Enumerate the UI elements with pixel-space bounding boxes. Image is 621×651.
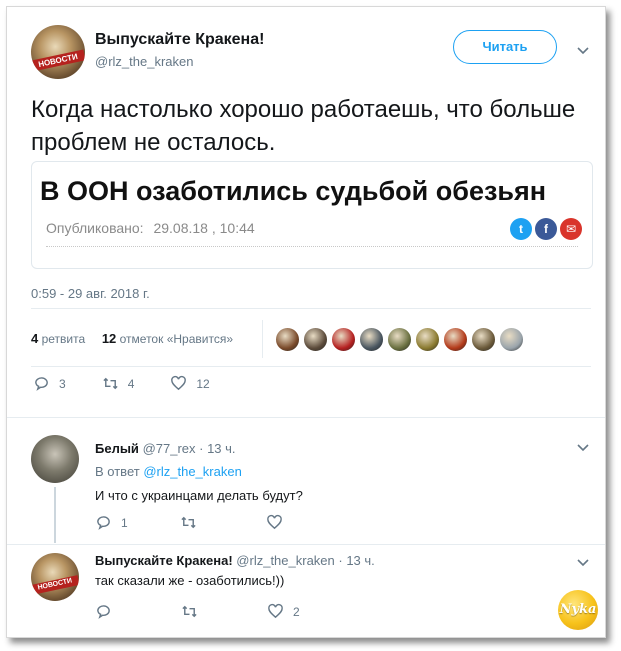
like-count: 12 bbox=[196, 376, 210, 391]
retweet-icon bbox=[181, 516, 196, 529]
reply-icon bbox=[97, 516, 110, 530]
reply-avatar[interactable] bbox=[31, 435, 79, 483]
thread-line bbox=[54, 487, 56, 543]
reply-time[interactable]: · 13 ч. bbox=[199, 441, 235, 456]
liker-avatar[interactable] bbox=[471, 327, 496, 352]
watermark-logo: Nyka bbox=[558, 590, 598, 630]
avatar-label: НОВОСТИ bbox=[31, 575, 79, 595]
liker-avatar[interactable] bbox=[499, 327, 524, 352]
heart-icon bbox=[171, 375, 187, 391]
liker-avatar[interactable] bbox=[331, 327, 356, 352]
divider bbox=[31, 366, 591, 367]
reply-options-chevron-down-icon[interactable] bbox=[576, 440, 590, 454]
reply-button[interactable] bbox=[95, 603, 121, 620]
like-button[interactable]: 12 bbox=[170, 375, 210, 392]
like-button[interactable]: 2 bbox=[267, 603, 300, 620]
link-preview-card[interactable]: В ООН озаботились судьбой обезьян Опубли… bbox=[31, 161, 593, 269]
reply-header: Выпускайте Кракена! @rlz_the_kraken · 13… bbox=[95, 553, 375, 568]
liker-avatar[interactable] bbox=[359, 327, 384, 352]
reply-avatar[interactable]: НОВОСТИ bbox=[31, 553, 79, 601]
published-row: Опубликовано: 29.08.18 , 10:44 bbox=[46, 220, 261, 236]
reply-author-handle[interactable]: @77_rex bbox=[143, 441, 196, 456]
retweet-button[interactable] bbox=[180, 514, 206, 531]
like-count: 2 bbox=[293, 604, 300, 619]
reply-to-line: В ответ @rlz_the_kraken bbox=[95, 464, 242, 479]
more-options-chevron-down-icon[interactable] bbox=[576, 43, 590, 57]
reply-count: 3 bbox=[59, 376, 66, 391]
reply-count: 1 bbox=[121, 515, 128, 530]
retweet-icon bbox=[182, 605, 197, 618]
divider bbox=[31, 308, 591, 309]
reply-button[interactable]: 3 bbox=[33, 375, 66, 392]
author-handle[interactable]: @rlz_the_kraken bbox=[95, 54, 193, 69]
reply-author-name[interactable]: Белый bbox=[95, 441, 139, 456]
author-avatar[interactable]: НОВОСТИ bbox=[31, 25, 85, 79]
retweet-stat-label[interactable]: ретвита bbox=[42, 332, 86, 346]
tweet-actions: 3 4 12 bbox=[33, 375, 246, 392]
divider bbox=[7, 417, 605, 418]
retweet-button[interactable]: 4 bbox=[102, 375, 135, 392]
reply-text: так сказали же - озаботились!)) bbox=[95, 573, 285, 588]
follow-button[interactable]: Читать bbox=[453, 30, 557, 64]
liker-avatar[interactable] bbox=[275, 327, 300, 352]
liker-avatar[interactable] bbox=[387, 327, 412, 352]
share-icons: t f ✉ bbox=[510, 218, 582, 240]
reply-header: Белый @77_rex · 13 ч. bbox=[95, 441, 236, 456]
reply-author-handle[interactable]: @rlz_the_kraken bbox=[236, 553, 334, 568]
author-name[interactable]: Выпускайте Кракена! bbox=[95, 31, 264, 49]
reply-to-handle-link[interactable]: @rlz_the_kraken bbox=[143, 464, 241, 479]
engagement-stats: 4 ретвита 12 отметок «Нравится» bbox=[31, 331, 233, 346]
reply-text: И что с украинцами делать будут? bbox=[95, 488, 303, 503]
heart-icon bbox=[268, 603, 283, 619]
reply-time[interactable]: · 13 ч. bbox=[338, 553, 374, 568]
reply-actions: 2 bbox=[95, 603, 336, 620]
liker-avatar[interactable] bbox=[415, 327, 440, 352]
facebook-icon[interactable]: f bbox=[535, 218, 557, 240]
reply-to-prefix: В ответ bbox=[95, 464, 140, 479]
like-stat-count[interactable]: 12 bbox=[102, 331, 116, 346]
reply-actions: 1 bbox=[95, 514, 328, 531]
published-date: 29.08.18 , 10:44 bbox=[153, 220, 255, 236]
liker-avatar[interactable] bbox=[303, 327, 328, 352]
link-headline: В ООН озаботились судьбой обезьян bbox=[40, 176, 547, 206]
avatar-label: НОВОСТИ bbox=[31, 49, 85, 72]
divider bbox=[7, 544, 605, 545]
retweet-button[interactable] bbox=[181, 603, 207, 620]
tweet-card: НОВОСТИ Выпускайте Кракена! @rlz_the_kra… bbox=[6, 6, 606, 638]
tweet-timestamp[interactable]: 0:59 - 29 авг. 2018 г. bbox=[31, 286, 150, 301]
like-button[interactable] bbox=[266, 514, 292, 531]
dotted-divider bbox=[46, 246, 578, 247]
tweet-text: Когда настолько хорошо работаешь, что бо… bbox=[31, 96, 576, 156]
retweet-icon bbox=[103, 377, 118, 390]
twitter-icon[interactable]: t bbox=[510, 218, 532, 240]
mail-icon[interactable]: ✉ bbox=[560, 218, 582, 240]
like-stat-label[interactable]: отметок «Нравится» bbox=[120, 332, 233, 346]
reply-author-name[interactable]: Выпускайте Кракена! bbox=[95, 553, 233, 568]
reply-icon bbox=[97, 605, 110, 619]
retweet-count: 4 bbox=[127, 376, 135, 391]
stats-divider bbox=[262, 320, 263, 358]
published-label: Опубликовано: bbox=[46, 220, 144, 236]
reply-options-chevron-down-icon[interactable] bbox=[576, 555, 590, 569]
retweet-stat-count[interactable]: 4 bbox=[31, 331, 38, 346]
heart-icon bbox=[266, 514, 282, 530]
liker-avatar[interactable] bbox=[443, 327, 468, 352]
reply-button[interactable]: 1 bbox=[95, 514, 128, 531]
reply-icon bbox=[35, 377, 48, 391]
liker-avatars bbox=[275, 327, 524, 352]
